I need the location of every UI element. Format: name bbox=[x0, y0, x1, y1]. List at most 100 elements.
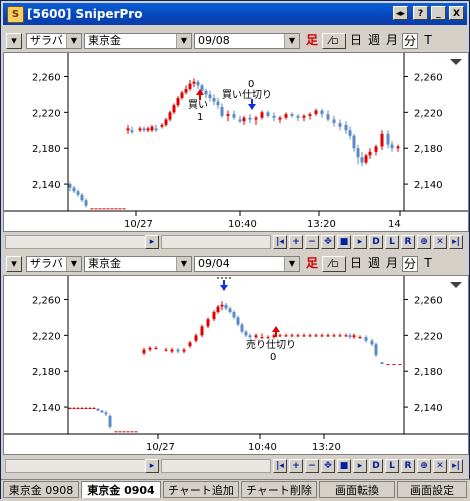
candle-body bbox=[134, 431, 138, 433]
upper-menu-dropdown-icon[interactable]: ▾ bbox=[6, 33, 22, 49]
candle-body bbox=[238, 119, 242, 122]
candle-body bbox=[150, 126, 154, 131]
upper-zoom-slider[interactable] bbox=[161, 235, 271, 249]
candle-body bbox=[76, 191, 80, 195]
r-button[interactable]: R bbox=[401, 459, 415, 473]
candle-body bbox=[314, 110, 318, 115]
upper-contract-select[interactable]: 09/08 ▼ bbox=[194, 33, 300, 49]
bottom-tab-bar: 東京金 0908 東京金 0904 チャート追加 チャート削除 画面転換 画面設… bbox=[1, 479, 470, 501]
cancel-icon[interactable]: ✕ bbox=[433, 235, 447, 249]
play-icon[interactable]: ▸ bbox=[353, 235, 367, 249]
candle-body bbox=[272, 115, 276, 118]
chevron-down-icon: ▼ bbox=[176, 34, 191, 48]
upper-period-minute[interactable]: 分 bbox=[402, 33, 418, 49]
lower-line-tool-icon[interactable]: ⁄▫ bbox=[322, 256, 346, 272]
candle-body bbox=[224, 304, 228, 309]
upper-period-week[interactable]: 週 bbox=[366, 33, 382, 49]
candle-body bbox=[130, 431, 134, 433]
last-icon[interactable]: ▸| bbox=[449, 235, 463, 249]
candle-body bbox=[84, 407, 88, 409]
buy-exit-arrow-icon bbox=[248, 104, 256, 110]
magnify-icon[interactable]: ⊕ bbox=[417, 459, 431, 473]
lower-ashi-button[interactable]: 足 bbox=[304, 256, 320, 272]
y-tick-label-right: 2,220 bbox=[414, 108, 443, 119]
minimize-button[interactable]: _ bbox=[431, 6, 446, 20]
zoom-out-icon[interactable]: − bbox=[305, 235, 319, 249]
candle-body bbox=[104, 412, 108, 415]
lower-period-month[interactable]: 月 bbox=[384, 256, 400, 272]
r-button[interactable]: R bbox=[401, 235, 415, 249]
lower-chart[interactable]: 2,260 2,260 2,220 2,220 2,180 2,180 2,140 2,140… bbox=[3, 275, 469, 455]
candle-body bbox=[102, 208, 106, 210]
sell-exit-count: 0 bbox=[270, 352, 276, 363]
lower-period-week[interactable]: 週 bbox=[366, 256, 382, 272]
l-button[interactable]: L bbox=[385, 459, 399, 473]
play-icon[interactable]: ▸ bbox=[353, 459, 367, 473]
candle-body bbox=[320, 335, 324, 337]
candle-body bbox=[278, 335, 282, 337]
move-icon[interactable]: ✥ bbox=[321, 459, 335, 473]
stop-icon[interactable]: ■ bbox=[337, 459, 351, 473]
zoom-out-icon[interactable]: − bbox=[305, 459, 319, 473]
tab-screen-settings[interactable]: 画面設定 bbox=[397, 481, 467, 498]
candle-body bbox=[374, 146, 378, 152]
candle-body bbox=[130, 130, 134, 133]
lower-period-tick[interactable]: T bbox=[420, 256, 436, 272]
first-icon[interactable]: |◂ bbox=[273, 235, 287, 249]
upper-mode-select[interactable]: ザラバ ▼ bbox=[26, 33, 82, 49]
upper-period-month[interactable]: 月 bbox=[384, 33, 400, 49]
magnify-icon[interactable]: ⊕ bbox=[417, 235, 431, 249]
tab-add-chart[interactable]: チャート追加 bbox=[163, 481, 239, 498]
upper-period-tick[interactable]: T bbox=[420, 33, 436, 49]
y-tick-label-right: 2,220 bbox=[414, 331, 443, 342]
l-button[interactable]: L bbox=[385, 235, 399, 249]
lower-period-day[interactable]: 日 bbox=[348, 256, 364, 272]
help-button[interactable]: ? bbox=[413, 6, 428, 20]
upper-period-day[interactable]: 日 bbox=[348, 33, 364, 49]
stop-icon[interactable]: ■ bbox=[337, 235, 351, 249]
candle-body bbox=[386, 133, 390, 145]
restore-icon[interactable]: ◂▸ bbox=[393, 6, 408, 20]
upper-chart[interactable]: 2,260 2,260 2,220 2,220 2,180 2,180 2,140 2,140… bbox=[3, 52, 469, 232]
candle-body bbox=[240, 324, 244, 332]
upper-ashi-button[interactable]: 足 bbox=[304, 33, 320, 49]
candle-body bbox=[114, 431, 118, 433]
x-tick-label: 14 bbox=[388, 219, 401, 230]
upper-symbol-select[interactable]: 東京金 ▼ bbox=[84, 33, 192, 49]
close-button[interactable]: X bbox=[449, 6, 464, 20]
scroll-right-icon[interactable]: ▸ bbox=[145, 235, 159, 249]
lower-menu-dropdown-icon[interactable]: ▾ bbox=[6, 256, 22, 272]
last-icon[interactable]: ▸| bbox=[449, 459, 463, 473]
candle-body bbox=[192, 81, 196, 84]
lower-mode-select[interactable]: ザラバ ▼ bbox=[26, 256, 82, 272]
sell-arrow-icon bbox=[220, 285, 228, 291]
upper-line-tool-icon[interactable]: ⁄▫ bbox=[322, 33, 346, 49]
lower-contract-select[interactable]: 09/04 ▼ bbox=[194, 256, 300, 272]
lower-symbol-select[interactable]: 東京金 ▼ bbox=[84, 256, 192, 272]
zoom-in-icon[interactable]: + bbox=[289, 459, 303, 473]
title-bar[interactable]: S [5600] SniperPro ◂▸ ? _ X bbox=[3, 3, 467, 25]
candle-body bbox=[138, 128, 142, 131]
tab-gold-0904[interactable]: 東京金 0904 bbox=[81, 481, 161, 498]
chart-menu-icon bbox=[450, 282, 462, 288]
move-icon[interactable]: ✥ bbox=[321, 235, 335, 249]
candle-body bbox=[266, 112, 270, 116]
candle-body bbox=[398, 364, 402, 366]
upper-scrollbar[interactable] bbox=[5, 235, 155, 249]
y-tick-label-right: 2,260 bbox=[414, 72, 443, 83]
first-icon[interactable]: |◂ bbox=[273, 459, 287, 473]
cancel-icon[interactable]: ✕ bbox=[433, 459, 447, 473]
candle-body bbox=[396, 146, 400, 149]
scroll-right-icon[interactable]: ▸ bbox=[145, 459, 159, 473]
tab-delete-chart[interactable]: チャート削除 bbox=[241, 481, 317, 498]
d-button[interactable]: D bbox=[369, 459, 383, 473]
tab-screen-switch[interactable]: 画面転換 bbox=[319, 481, 395, 498]
candle-body bbox=[228, 308, 232, 313]
tab-gold-0908[interactable]: 東京金 0908 bbox=[3, 481, 79, 498]
candle-body bbox=[110, 208, 114, 210]
zoom-in-icon[interactable]: + bbox=[289, 235, 303, 249]
d-button[interactable]: D bbox=[369, 235, 383, 249]
lower-zoom-slider[interactable] bbox=[161, 459, 271, 473]
lower-scrollbar[interactable] bbox=[5, 459, 155, 473]
lower-period-minute[interactable]: 分 bbox=[402, 256, 418, 272]
